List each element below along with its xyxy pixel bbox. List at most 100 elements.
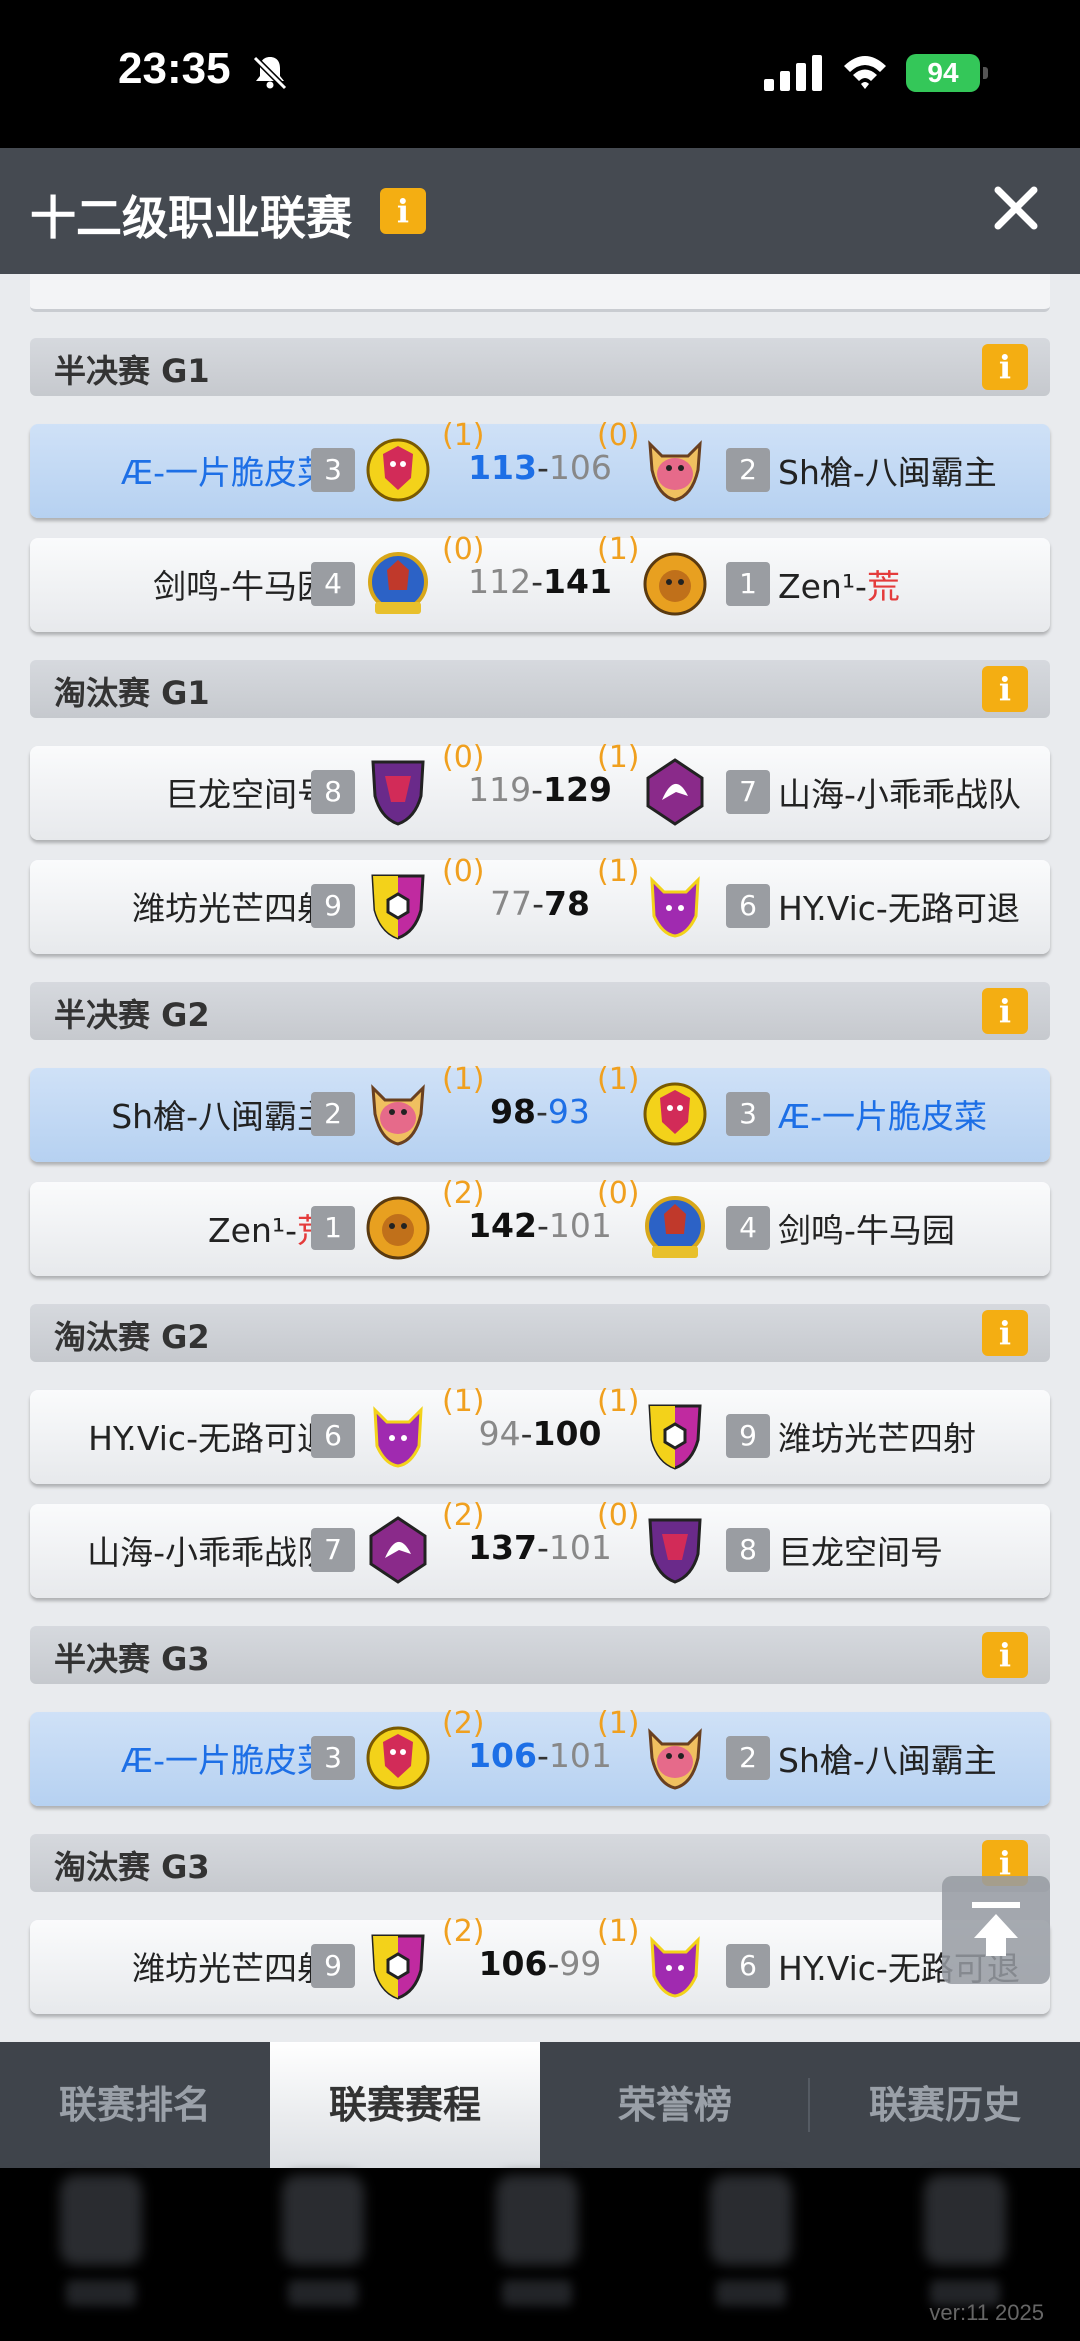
right-team-rank: 7	[726, 770, 770, 814]
schedule-list[interactable]: 半决赛 G1 i Æ-一片脆皮菜 3 (1) 113-106 (0) 2 Sh槍…	[0, 274, 1080, 2042]
round-header: 半决赛 G3 i	[30, 1626, 1050, 1684]
round-info-button[interactable]: i	[982, 1632, 1028, 1678]
right-team-name: 山海-小乖乖战队	[778, 775, 1021, 814]
tab-honor-roll[interactable]: 荣誉榜	[540, 2042, 810, 2168]
right-team-rank: 6	[726, 884, 770, 928]
blurred-nav-icon	[924, 2175, 1006, 2265]
right-series-wins: (0)	[597, 418, 640, 453]
page-title: 十二级职业联赛	[30, 191, 352, 245]
round-title: 淘汰赛 G1	[54, 674, 210, 712]
right-team-name: HY.Vic-无路可退	[778, 889, 1020, 928]
round-title: 淘汰赛 G3	[54, 1848, 210, 1886]
match-row[interactable]: Sh槍-八闽霸主 2 (1) 98-93 (1) 3 Æ-一片脆皮菜	[30, 1062, 1050, 1162]
version-label: ver:11 2025	[929, 2300, 1044, 2325]
left-team-rank: 3	[311, 1736, 355, 1780]
blurred-nav-icon	[710, 2175, 792, 2265]
bottom-tab-bar: 联赛排名 联赛赛程 荣誉榜 联赛历史	[0, 2042, 1080, 2168]
round-info-button[interactable]: i	[982, 1310, 1028, 1356]
left-team-name: HY.Vic-无路可退	[88, 1419, 330, 1458]
tab-league-history[interactable]: 联赛历史	[810, 2042, 1080, 2168]
round-title: 淘汰赛 G2	[54, 1318, 210, 1356]
left-team-rank: 4	[311, 562, 355, 606]
match-row[interactable]: 潍坊光芒四射 9 (0) 77-78 (1) 6 HY.Vic-无路可退	[30, 854, 1050, 954]
arrow-up-to-top-icon	[972, 1902, 1020, 1956]
left-team-rank: 2	[311, 1092, 355, 1136]
signal-icon	[764, 55, 822, 91]
dragon-shield-logo-icon	[648, 1518, 702, 1584]
right-series-wins: (0)	[597, 1176, 640, 1211]
right-series-wins: (1)	[597, 854, 640, 889]
round-header: 半决赛 G2 i	[30, 982, 1050, 1040]
left-team-name: Sh槍-八闽霸主	[111, 1097, 330, 1136]
match-score: 77-78	[490, 884, 590, 923]
match-row[interactable]: 剑鸣-牛马园 4 (0) 112-141 (1) 1 Zen¹-荒	[30, 532, 1050, 632]
boar-logo-icon	[371, 1084, 425, 1146]
hex-shield-logo-icon	[371, 874, 425, 940]
left-team-rank: 1	[311, 1206, 355, 1250]
hex-shield-logo-icon	[648, 1404, 702, 1470]
right-team-rank: 3	[726, 1092, 770, 1136]
lion-logo-icon	[643, 552, 707, 616]
left-team-name: 巨龙空间号	[165, 775, 330, 814]
right-team-name: 巨龙空间号	[778, 1533, 943, 1572]
round-info-button[interactable]: i	[982, 666, 1028, 712]
match-row[interactable]: Zen¹-荒 1 (2) 142-101 (0) 4 剑鸣-牛马园	[30, 1176, 1050, 1276]
right-team-rank: 2	[726, 1736, 770, 1780]
battery-indicator: 94	[906, 54, 988, 92]
tab-league-ranking[interactable]: 联赛排名	[0, 2042, 270, 2168]
round-header: 半决赛 G1 i	[30, 338, 1050, 396]
match-score: 98-93	[490, 1092, 590, 1131]
left-team-name: 剑鸣-牛马园	[153, 567, 330, 606]
round-info-button[interactable]: i	[982, 988, 1028, 1034]
bell-muted-icon	[252, 55, 288, 91]
shark-logo-icon	[646, 758, 704, 826]
dragon-logo-icon	[366, 1726, 430, 1790]
tab-league-schedule[interactable]: 联赛赛程	[270, 2042, 540, 2168]
blurred-nav-icon	[496, 2175, 578, 2265]
wifi-icon	[844, 56, 886, 89]
close-icon[interactable]	[990, 182, 1042, 234]
dragon-logo-icon	[643, 1082, 707, 1146]
left-team-rank: 8	[311, 770, 355, 814]
right-series-wins: (1)	[597, 1706, 640, 1741]
beast-logo-icon	[650, 1936, 700, 1998]
left-team-name: 潍坊光芒四射	[132, 1949, 330, 1988]
round-title: 半决赛 G2	[54, 996, 210, 1034]
left-team-name: Æ-一片脆皮菜	[120, 1741, 330, 1780]
match-row[interactable]: Æ-一片脆皮菜 3 (2) 106-101 (1) 2 Sh槍-八闽霸主	[30, 1706, 1050, 1806]
right-team-name: Sh槍-八闽霸主	[778, 1741, 997, 1780]
round-header: 淘汰赛 G3 i	[30, 1834, 1050, 1892]
right-series-wins: (0)	[597, 1498, 640, 1533]
scroll-to-top-button[interactable]	[942, 1876, 1050, 1984]
left-team-name: 山海-小乖乖战队	[87, 1533, 330, 1572]
match-score: 112-141	[468, 562, 612, 601]
app-header: 十二级职业联赛	[0, 148, 1080, 274]
dragon-shield-logo-icon	[371, 760, 425, 826]
right-series-wins: (1)	[597, 1062, 640, 1097]
right-team-rank: 4	[726, 1206, 770, 1250]
blurred-nav-label	[288, 2280, 358, 2306]
match-row[interactable]: Æ-一片脆皮菜 3 (1) 113-106 (0) 2 Sh槍-八闽霸主	[30, 418, 1050, 518]
boar-logo-icon	[648, 1728, 702, 1790]
right-team-name: Sh槍-八闽霸主	[778, 453, 997, 492]
right-team-name: Zen¹-荒	[778, 567, 900, 606]
right-series-wins: (1)	[597, 1384, 640, 1419]
round-title: 半决赛 G3	[54, 1640, 210, 1678]
round-title: 半决赛 G1	[54, 352, 210, 390]
dragon-logo-icon	[366, 438, 430, 502]
match-row[interactable]: 山海-小乖乖战队 7 (2) 137-101 (0) 8 巨龙空间号	[30, 1498, 1050, 1598]
match-row[interactable]: 潍坊光芒四射 9 (2) 106-99 (1) 6 HY.Vic-无路可退	[30, 1914, 1050, 2014]
match-score: 142-101	[468, 1206, 612, 1245]
boar-logo-icon	[648, 440, 702, 502]
match-card-partial	[30, 274, 1050, 312]
beast-logo-icon	[373, 1406, 423, 1468]
match-row[interactable]: HY.Vic-无路可退 6 (1) 94-100 (1) 9 潍坊光芒四射	[30, 1384, 1050, 1484]
blurred-nav-label	[716, 2280, 786, 2306]
blurred-nav-icon	[282, 2175, 364, 2265]
match-row[interactable]: 巨龙空间号 8 (0) 119-129 (1) 7 山海-小乖乖战队	[30, 740, 1050, 840]
knight-logo-icon	[645, 1196, 705, 1258]
match-score: 113-106	[468, 448, 612, 487]
header-info-button[interactable]: i	[380, 188, 426, 234]
beast-logo-icon	[650, 876, 700, 938]
round-info-button[interactable]: i	[982, 344, 1028, 390]
